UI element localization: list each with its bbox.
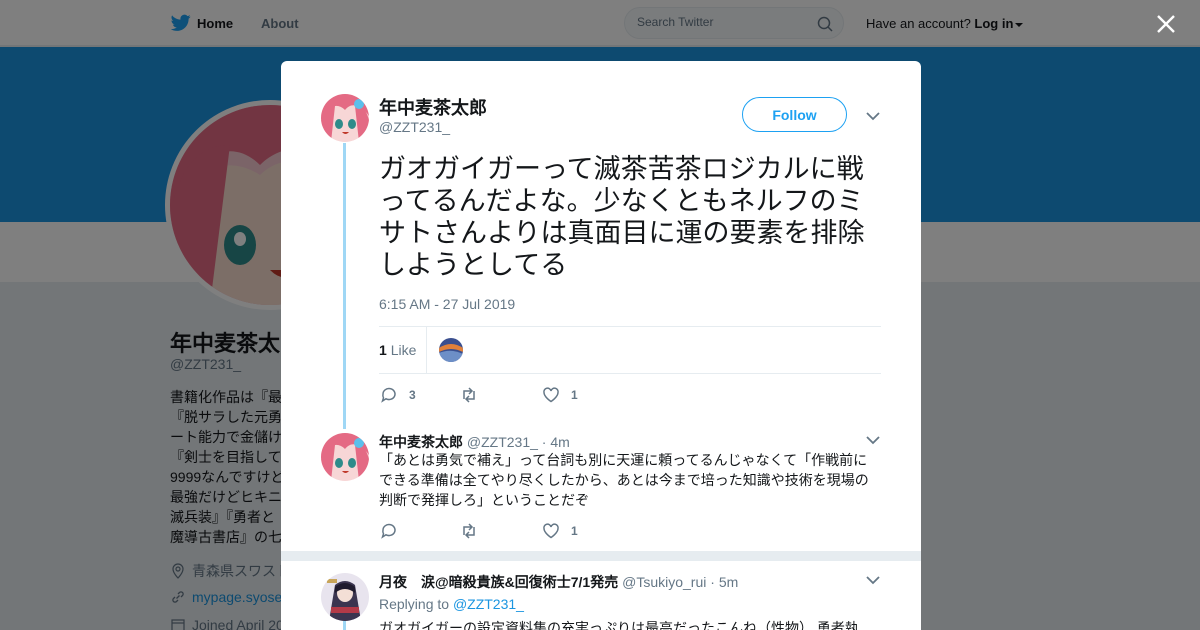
replying-to-prefix: Replying to [379,596,450,612]
like-count: 1 [571,388,578,402]
reply-text: 「あとは勇気で補え」って台詞も別に天運に頼ってるんじゃなくて「作戦前にできる準備… [379,452,869,508]
reply-author-handle[interactable]: @Tsukiyo_rui [622,574,706,590]
reply-button[interactable] [379,521,409,541]
author-avatar[interactable] [321,94,369,142]
reply-header: 月夜 涙@暗殺貴族&回復術士7/1発売 @Tsukiyo_rui · 5m [379,572,738,592]
author-avatar-image [321,94,369,142]
like-stat[interactable]: 1 Like [379,342,416,358]
retweet-button[interactable] [459,521,489,541]
heart-icon [543,387,559,403]
like-button[interactable]: 1 [541,385,578,405]
tweet-stats-bar: 1 Like [379,326,881,374]
thread-connector-line [343,143,346,429]
retweet-button[interactable] [459,385,489,405]
heart-icon [543,523,559,539]
retweet-icon [463,387,475,403]
stat-divider [426,327,427,374]
liker-avatar-image [439,338,463,362]
reply-author-name[interactable]: 月夜 涙@暗殺貴族&回復術士7/1発売 [379,574,618,590]
like-stat-label: Like [390,342,417,358]
like-button[interactable]: 1 [541,521,578,541]
retweet-icon [463,523,475,539]
chevron-down-icon[interactable] [866,575,880,585]
liker-avatar[interactable] [439,338,463,362]
like-count: 1 [571,524,578,538]
tweet-text: ガオガイガーって滅茶苦茶ロジカルに戦ってるんだよな。少なくともネルフのミサトさん… [379,154,865,280]
reply-button[interactable]: 3 [379,385,416,405]
reply-separator [281,551,921,561]
reply-count: 3 [409,388,416,402]
thread-connector-line [343,621,346,630]
reply-author-name[interactable]: 年中麦茶太郎 [379,434,463,450]
tweet-author-handle[interactable]: @ZZT231_ [379,119,450,135]
close-icon[interactable] [1155,13,1177,35]
reply-text: ガオガイガーの設定資料集の充実っぷりは最高だったこんね（性物） 勇者執 [379,620,859,630]
replying-to: Replying to @ZZT231_ [379,596,524,612]
reply-icon [381,387,396,403]
reply-author-avatar[interactable] [321,573,369,621]
chevron-down-icon[interactable] [866,435,880,445]
follow-button[interactable]: Follow [742,97,847,132]
reply-author-avatar-image [321,573,369,621]
tweet-actions: 3 1 [379,385,679,405]
reply-author-avatar[interactable] [321,433,369,481]
tweet-timestamp[interactable]: 6:15 AM - 27 Jul 2019 [379,296,515,312]
reply-icon [381,523,396,539]
reply-time[interactable]: · 4m [542,434,570,450]
replying-to-link[interactable]: @ZZT231_ [453,596,524,612]
chevron-down-icon[interactable] [866,111,880,121]
tweet-author-name[interactable]: 年中麦茶太郎 [379,94,487,120]
reply-header: 年中麦茶太郎 @ZZT231_ · 4m [379,432,570,452]
reply-author-avatar-image [321,433,369,481]
tweet-permalink-modal: 年中麦茶太郎 @ZZT231_ Follow ガオガイガーって滅茶苦茶ロジカルに… [281,61,921,630]
reply-author-handle[interactable]: @ZZT231_ [467,434,538,450]
like-stat-count: 1 [379,342,387,358]
reply-actions: 1 [379,521,679,541]
reply-time[interactable]: · 5m [710,574,738,590]
